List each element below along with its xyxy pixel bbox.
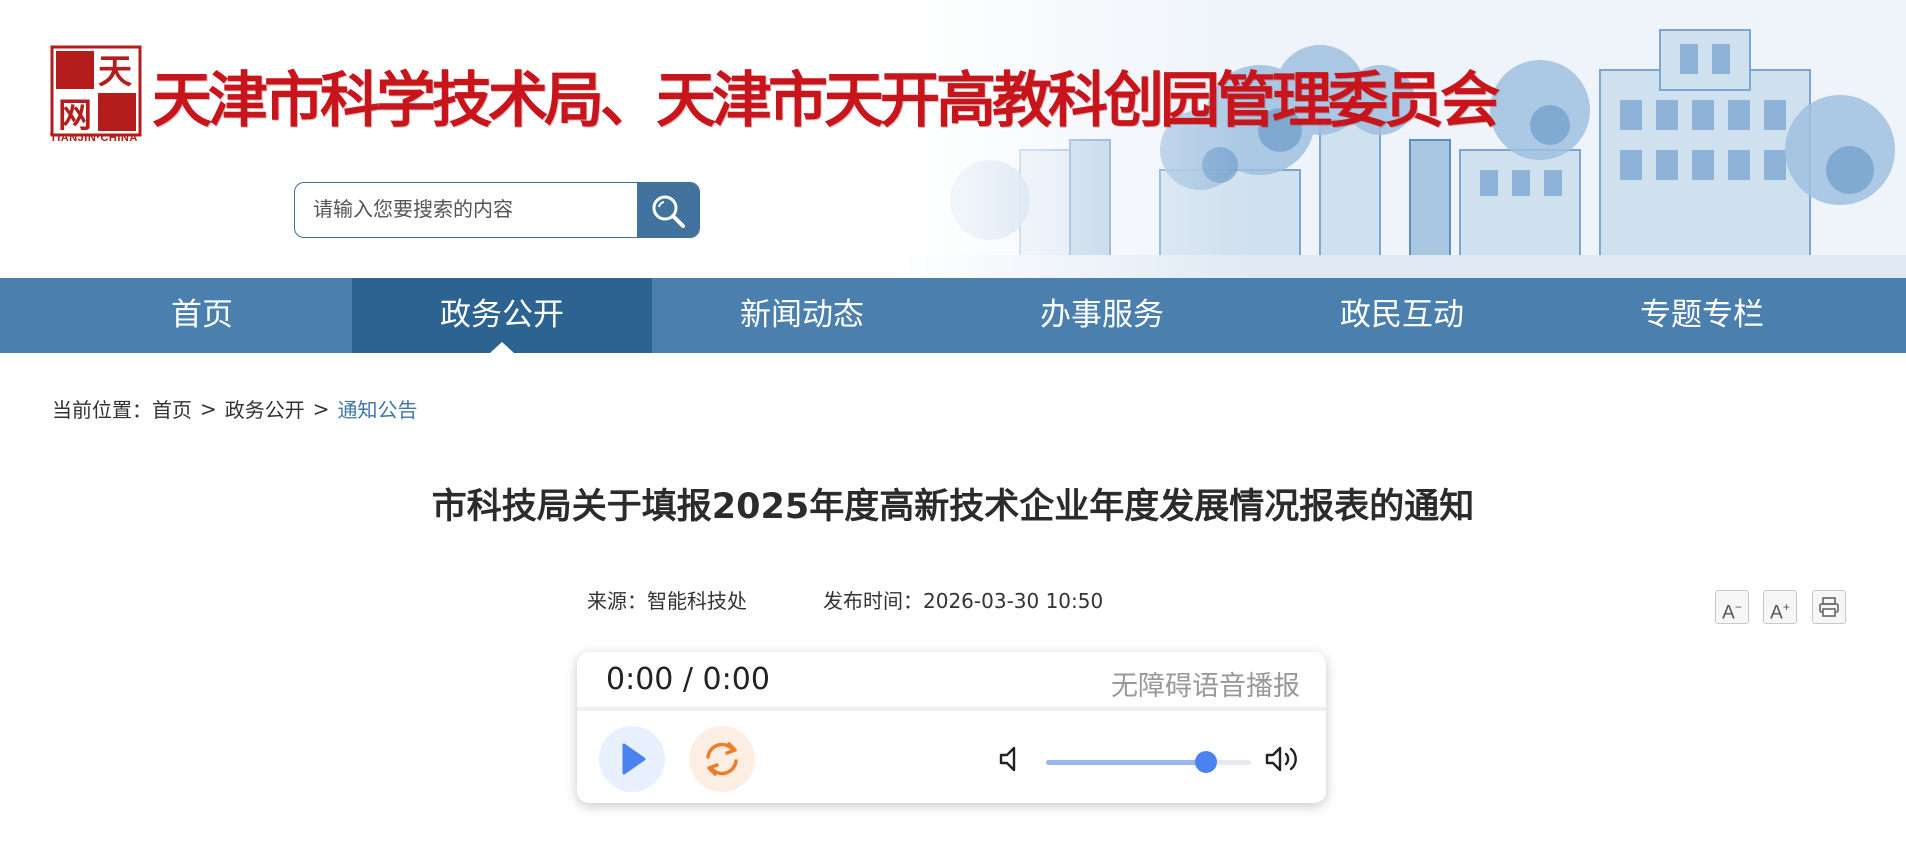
play-button[interactable] — [599, 726, 665, 792]
volume-fill — [1046, 760, 1206, 765]
breadcrumb-separator: > — [200, 396, 217, 421]
site-header: 天 网 TIANJIN·CHINA 天津市科学技术局、天津市天开高教科创园管理委… — [0, 0, 1906, 278]
print-icon — [1819, 597, 1839, 617]
logo-subtitle: TIANJIN·CHINA — [50, 132, 138, 144]
article-title: 市科技局关于填报2025年度高新技术企业年度发展情况报表的通知 — [431, 487, 1475, 527]
increase-font-label: A — [1770, 602, 1783, 624]
volume-thumb[interactable] — [1194, 751, 1217, 773]
svg-text:网: 网 — [58, 96, 92, 136]
player-divider — [577, 707, 1326, 711]
breadcrumb: 当前位置：首页 > 政务公开 > 通知公告 — [52, 394, 418, 423]
search-box — [294, 182, 700, 238]
decrease-font-label: A — [1722, 602, 1735, 624]
volume-up-icon — [1265, 746, 1297, 772]
volume-up-button[interactable] — [1264, 744, 1302, 778]
player-label: 无障碍语音播报 — [1111, 671, 1300, 702]
nav-item-services[interactable]: 办事服务 — [952, 278, 1252, 353]
nav-item-special-topics[interactable]: 专题专栏 — [1552, 278, 1852, 353]
increase-font-button[interactable]: A+ — [1763, 590, 1797, 624]
breadcrumb-notices[interactable]: 通知公告 — [338, 398, 418, 422]
breadcrumb-prefix: 当前位置： — [52, 398, 152, 422]
nav-item-government-affairs[interactable]: 政务公开 — [352, 278, 652, 353]
breadcrumb-home[interactable]: 首页 — [152, 398, 192, 422]
article-meta: 来源：智能科技处 发布时间：2026-03-30 10:50 — [587, 585, 1103, 614]
decrease-font-button[interactable]: A− — [1715, 590, 1749, 624]
print-button[interactable] — [1812, 590, 1846, 624]
breadcrumb-separator: > — [312, 396, 330, 421]
header-campus-illustration — [900, 0, 1906, 278]
svg-text:天: 天 — [98, 52, 132, 92]
main-nav: 首页 政务公开 新闻动态 办事服务 政民互动 专题专栏 — [0, 278, 1906, 353]
nav-item-interaction[interactable]: 政民互动 — [1252, 278, 1552, 353]
article-publish-time: 发布时间：2026-03-30 10:50 — [823, 589, 1104, 613]
play-icon — [622, 743, 646, 775]
nav-item-home[interactable]: 首页 — [52, 278, 352, 353]
site-title: 天津市科学技术局、天津市天开高教科创园管理委员会 — [152, 66, 1500, 136]
site-logo: 天 网 — [50, 45, 142, 137]
search-icon — [652, 195, 685, 228]
volume-down-button[interactable] — [997, 744, 1023, 778]
search-input[interactable] — [295, 183, 635, 235]
loop-button[interactable] — [689, 726, 755, 792]
volume-slider[interactable] — [1046, 751, 1251, 773]
nav-item-news[interactable]: 新闻动态 — [652, 278, 952, 353]
player-time: 0:00 / 0:00 — [606, 662, 770, 697]
nav-item-label: 政务公开 — [440, 297, 564, 333]
volume-down-icon — [999, 746, 1016, 772]
loop-icon — [706, 742, 738, 776]
breadcrumb-government-affairs[interactable]: 政务公开 — [225, 398, 305, 422]
active-caret-icon — [490, 342, 514, 353]
search-button[interactable] — [637, 183, 699, 237]
audio-player: 0:00 / 0:00 无障碍语音播报 — [577, 652, 1326, 803]
article-source: 来源：智能科技处 — [587, 589, 747, 613]
